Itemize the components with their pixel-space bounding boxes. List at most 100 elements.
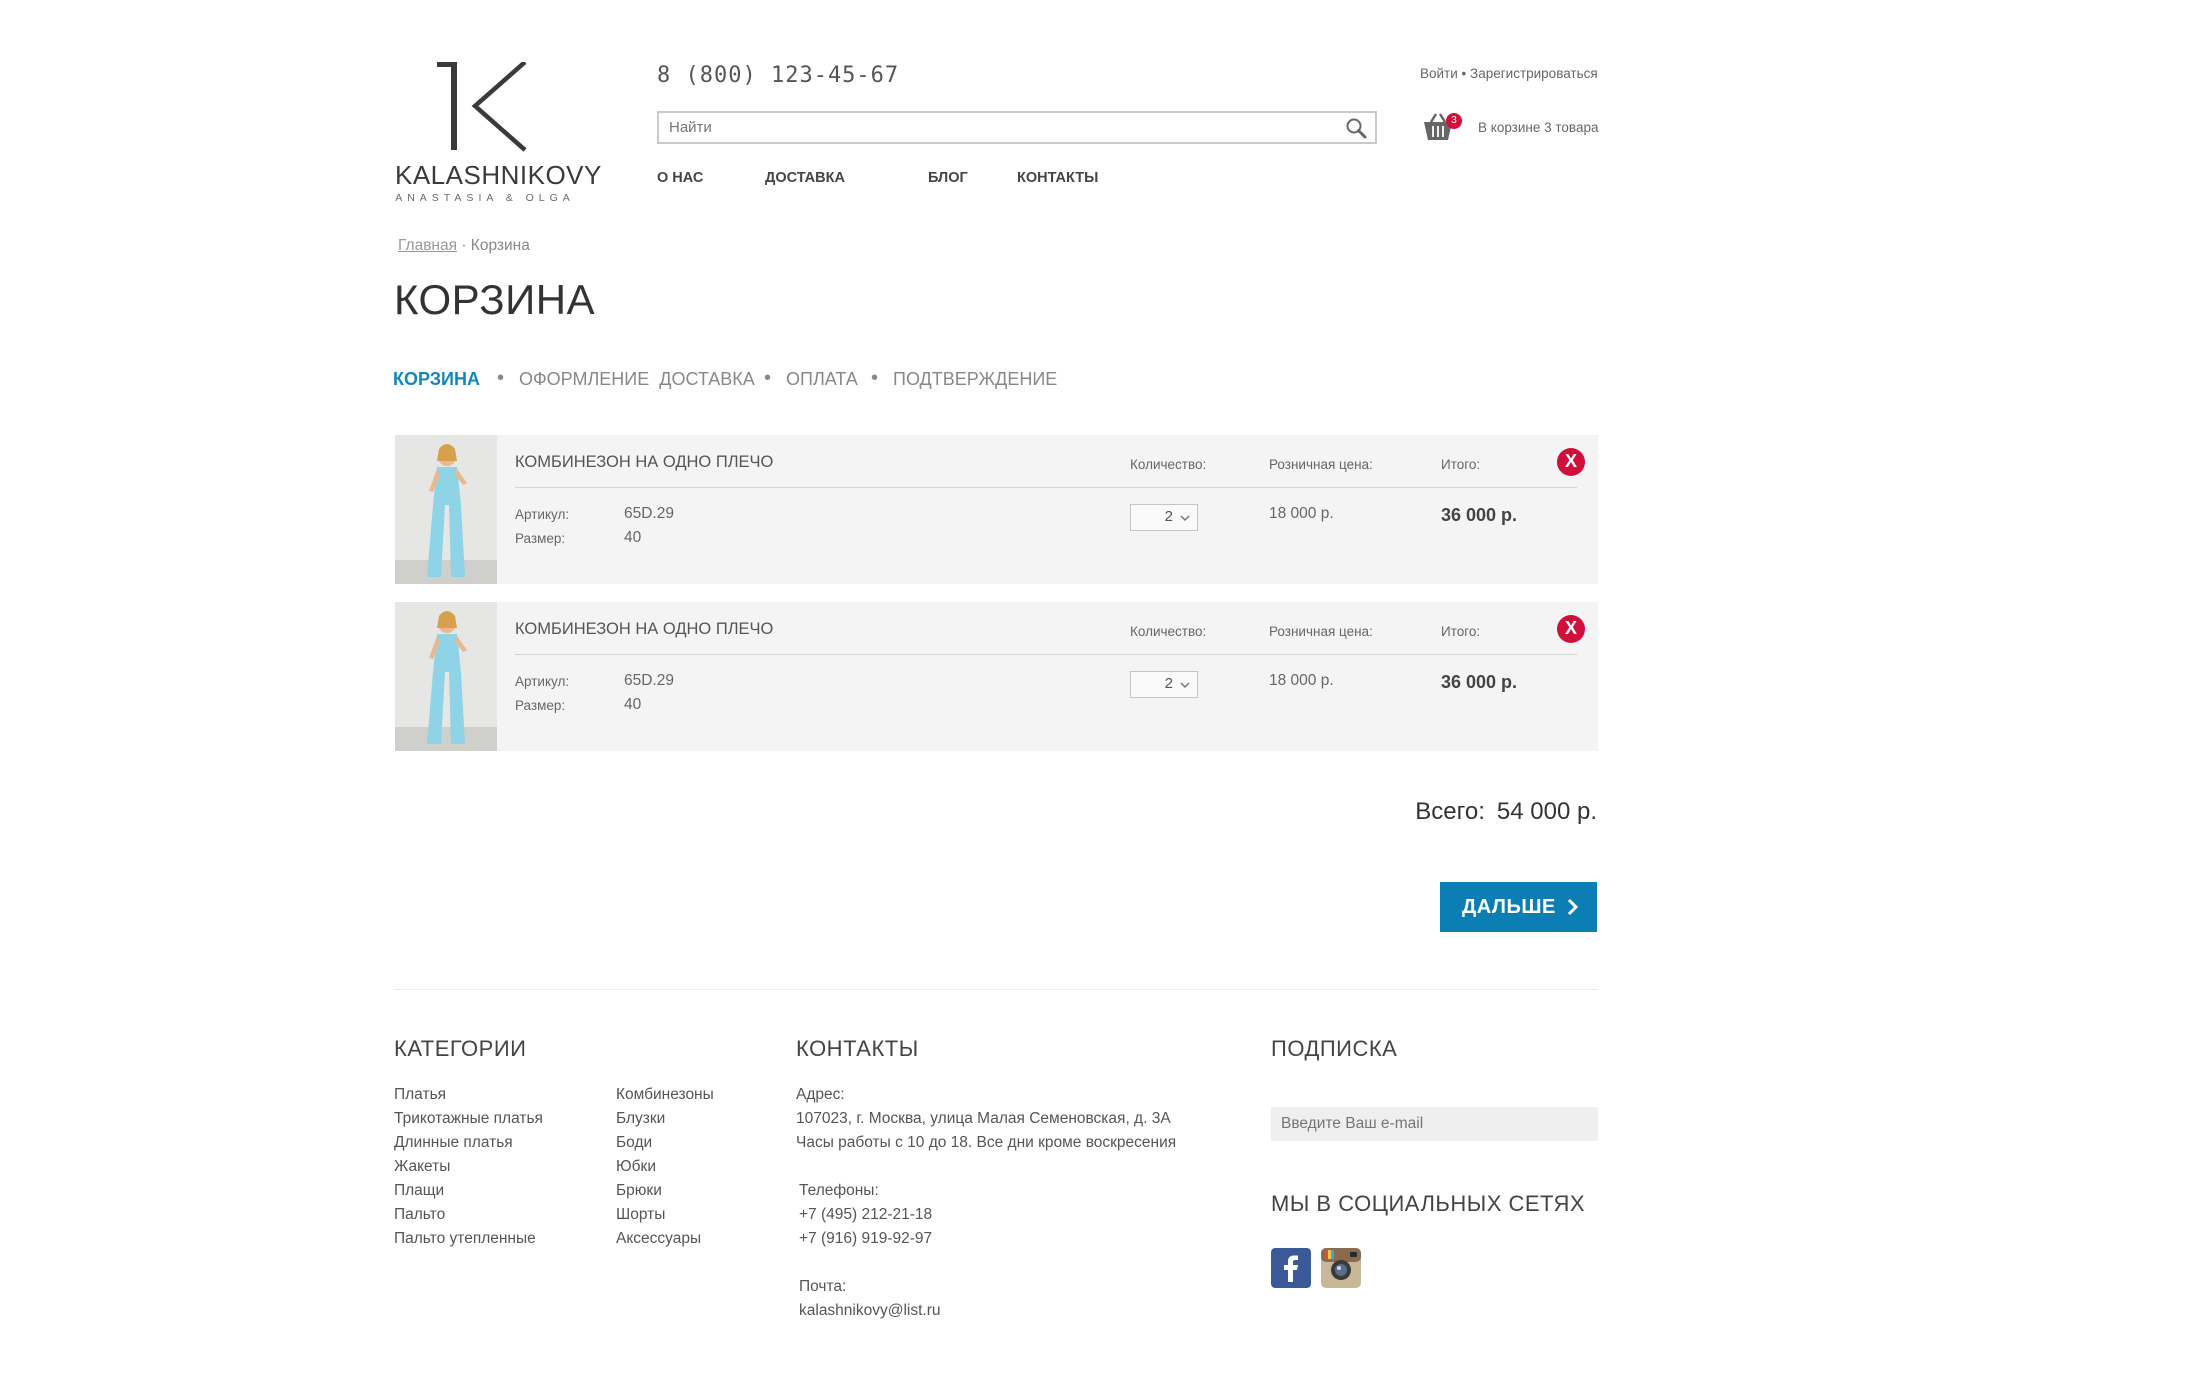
subscribe-title: ПОДПИСКА <box>1271 1036 1398 1061</box>
quantity-select[interactable]: 2 <box>1130 504 1198 531</box>
quantity-value: 2 <box>1164 508 1173 525</box>
size-label: Размер: <box>515 531 566 546</box>
category-link[interactable]: Боди <box>616 1131 714 1155</box>
categories-list-1: Платья Трикотажные платья Длинные платья… <box>394 1083 543 1251</box>
product-photo-icon <box>395 602 497 751</box>
total-label: Итого: <box>1441 457 1481 472</box>
total-label: Итого: <box>1441 624 1481 639</box>
cart-item: КОМБИНЕЗОН НА ОДНО ПЛЕЧО Количество: Роз… <box>395 602 1598 751</box>
register-link[interactable]: Зарегистрироваться <box>1470 66 1598 81</box>
row-divider <box>515 487 1577 488</box>
search-icon[interactable] <box>1345 117 1367 139</box>
category-link[interactable]: Длинные платья <box>394 1131 543 1155</box>
page-title: КОРЗИНА <box>394 276 596 323</box>
step-confirm[interactable]: ПОДТВЕРЖДЕНИЕ <box>893 369 1057 390</box>
cart-item: КОМБИНЕЗОН НА ОДНО ПЛЕЧО Количество: Роз… <box>395 435 1598 584</box>
category-link[interactable]: Жакеты <box>394 1155 543 1179</box>
article-label: Артикул: <box>515 674 570 689</box>
article-label: Артикул: <box>515 507 570 522</box>
unit-price: 18 000 р. <box>1269 672 1334 689</box>
logo-subtitle: ANASTASIA & OLGA <box>395 192 575 204</box>
email-link[interactable]: kalashnikovy@list.ru <box>799 1299 941 1323</box>
grand-total: Всего: 54 000 р. <box>1407 798 1597 826</box>
cart-summary-link[interactable]: В корзине 3 товара <box>1478 120 1598 135</box>
contacts-title: КОНТАКТЫ <box>796 1036 919 1061</box>
nav-item-about[interactable]: О НАС <box>657 170 703 186</box>
category-link[interactable]: Шорты <box>616 1203 714 1227</box>
product-name[interactable]: КОМБИНЕЗОН НА ОДНО ПЛЕЧО <box>515 620 773 639</box>
chevron-down-icon <box>1180 515 1190 522</box>
grand-total-value: 54 000 р. <box>1496 798 1597 825</box>
subscribe-email-input[interactable] <box>1271 1107 1598 1141</box>
address-label: Адрес: <box>796 1086 845 1103</box>
product-name[interactable]: КОМБИНЕЗОН НА ОДНО ПЛЕЧО <box>515 453 773 472</box>
qty-label: Количество: <box>1130 457 1207 472</box>
unit-price: 18 000 р. <box>1269 505 1334 522</box>
social-title: МЫ В СОЦИАЛЬНЫХ СЕТЯХ <box>1271 1191 1586 1216</box>
remove-item-button[interactable]: X <box>1557 615 1585 643</box>
category-link[interactable]: Трикотажные платья <box>394 1107 543 1131</box>
line-total: 36 000 р. <box>1441 505 1518 525</box>
next-button[interactable]: ДАЛЬШЕ <box>1440 882 1597 932</box>
step-payment[interactable]: ОПЛАТА <box>786 369 858 390</box>
line-total: 36 000 р. <box>1441 672 1518 692</box>
breadcrumb: Главная · Корзина <box>398 237 530 255</box>
category-link[interactable]: Комбинезоны <box>616 1083 714 1107</box>
grand-total-label: Всего: <box>1415 798 1485 825</box>
category-link[interactable]: Юбки <box>616 1155 714 1179</box>
nav-item-delivery[interactable]: ДОСТАВКА <box>765 170 845 186</box>
step-dot: • <box>497 367 505 389</box>
page: KALASHNIKOVY ANASTASIA & OLGA 8 (800) 12… <box>0 0 2190 1376</box>
article-value: 65D.29 <box>624 505 674 522</box>
chevron-right-icon <box>1567 898 1579 916</box>
header-phone: 8 (800) 123-45-67 <box>657 63 900 88</box>
facebook-icon[interactable] <box>1271 1248 1311 1288</box>
article-value: 65D.29 <box>624 672 674 689</box>
next-button-label: ДАЛЬШЕ <box>1462 896 1556 918</box>
category-link[interactable]: Плащи <box>394 1179 543 1203</box>
chevron-down-icon <box>1180 682 1190 689</box>
footer-divider <box>394 989 1598 990</box>
categories-list-2: Комбинезоны Блузки Боди Юбки Брюки Шорты… <box>616 1083 714 1251</box>
breadcrumb-current: Корзина <box>470 237 530 254</box>
category-link[interactable]: Брюки <box>616 1179 714 1203</box>
qty-label: Количество: <box>1130 624 1207 639</box>
breadcrumb-separator: · <box>461 237 467 254</box>
category-link[interactable]: Блузки <box>616 1107 714 1131</box>
phone-2[interactable]: +7 (916) 919-92-97 <box>799 1227 932 1251</box>
step-dot: • <box>871 367 879 389</box>
step-delivery[interactable]: ОФОРМЛЕНИЕ ДОСТАВКА <box>519 369 755 390</box>
auth-separator: • <box>1461 66 1467 81</box>
auth-links: Войти • Зарегистрироваться <box>1420 66 1598 81</box>
instagram-icon[interactable] <box>1321 1248 1361 1288</box>
breadcrumb-home[interactable]: Главная <box>398 237 457 254</box>
quantity-value: 2 <box>1164 675 1173 692</box>
logo[interactable]: KALASHNIKOVY ANASTASIA & OLGA <box>395 62 601 212</box>
category-link[interactable]: Платья <box>394 1083 543 1107</box>
phones-label: Телефоны: <box>799 1182 879 1199</box>
category-link[interactable]: Пальто <box>394 1203 543 1227</box>
remove-item-button[interactable]: X <box>1557 448 1585 476</box>
email-label: Почта: <box>799 1278 847 1295</box>
quantity-select[interactable]: 2 <box>1130 671 1198 698</box>
product-image[interactable] <box>395 602 497 751</box>
row-divider <box>515 654 1577 655</box>
price-label: Розничная цена: <box>1269 624 1373 639</box>
nav-item-blog[interactable]: БЛОГ <box>928 170 968 186</box>
address-text: 107023, г. Москва, улица Малая Семеновск… <box>796 1110 1171 1127</box>
categories-title: КАТЕГОРИИ <box>394 1036 527 1061</box>
size-value: 40 <box>624 696 642 713</box>
category-link[interactable]: Пальто утепленные <box>394 1227 543 1251</box>
login-link[interactable]: Войти <box>1420 66 1458 81</box>
step-cart[interactable]: КОРЗИНА <box>393 369 480 390</box>
step-dot: • <box>764 367 772 389</box>
phone-1[interactable]: +7 (495) 212-21-18 <box>799 1203 932 1227</box>
product-image[interactable] <box>395 435 497 584</box>
category-link[interactable]: Аксессуары <box>616 1227 714 1251</box>
nav-item-contacts[interactable]: КОНТАКТЫ <box>1017 170 1098 186</box>
search-input[interactable] <box>659 113 1339 142</box>
search-box <box>657 111 1377 144</box>
hours-text: Часы работы с 10 до 18. Все дни кроме во… <box>796 1134 1177 1151</box>
cart-count-badge: 3 <box>1446 113 1462 129</box>
size-value: 40 <box>624 529 642 546</box>
